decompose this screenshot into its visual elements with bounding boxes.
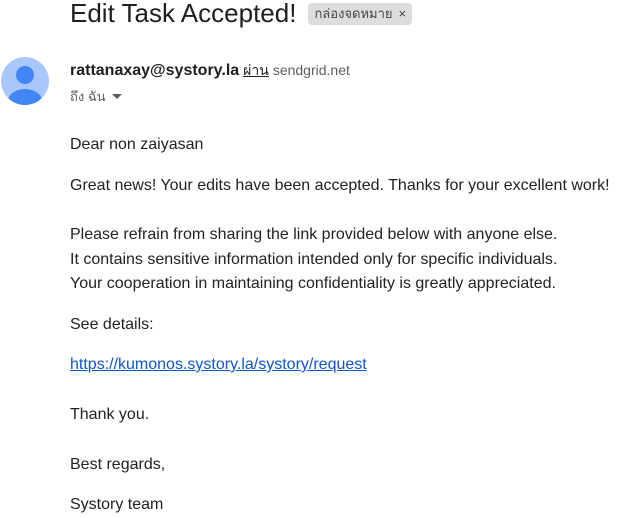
confidential-line-2: It contains sensitive information intend… (70, 251, 558, 268)
chevron-down-icon[interactable] (111, 94, 122, 99)
thanks-line: Thank you. (70, 406, 150, 423)
recipient-text: ถึง ฉัน (70, 89, 106, 104)
see-details-line: See details: (70, 316, 154, 333)
request-link-line: https://kumonos.systory.la/systory/reque… (70, 353, 367, 377)
signature-line: Systory team (70, 496, 164, 513)
sender-row: rattanaxay@systory.la ผ่าน sendgrid.net (70, 60, 350, 82)
confidential-line-1: Please refrain from sharing the link pro… (70, 226, 558, 243)
email-subject: Edit Task Accepted! (70, 0, 297, 28)
confidential-line-3: Your cooperation in maintaining confiden… (70, 275, 556, 292)
person-icon (8, 66, 42, 105)
inbox-label-text: กล่องจดหมาย (314, 6, 393, 21)
recipient-row[interactable]: ถึง ฉัน (70, 86, 122, 107)
remove-label-icon[interactable]: × (399, 6, 407, 21)
regards-line: Best regards, (70, 456, 166, 473)
news-line: Great news! Your edits have been accepte… (70, 177, 610, 194)
subject-row: Edit Task Accepted! กล่องจดหมาย × (70, 0, 413, 29)
via-link[interactable]: ผ่าน (243, 60, 269, 82)
via-domain: sendgrid.net (272, 62, 350, 78)
sender-email[interactable]: rattanaxay@systory.la (70, 62, 239, 80)
greeting-line: Dear non zaiyasan (70, 136, 204, 153)
inbox-label-chip[interactable]: กล่องจดหมาย × (308, 2, 413, 25)
request-link[interactable]: https://kumonos.systory.la/systory/reque… (70, 356, 367, 373)
sender-avatar[interactable] (1, 57, 49, 105)
